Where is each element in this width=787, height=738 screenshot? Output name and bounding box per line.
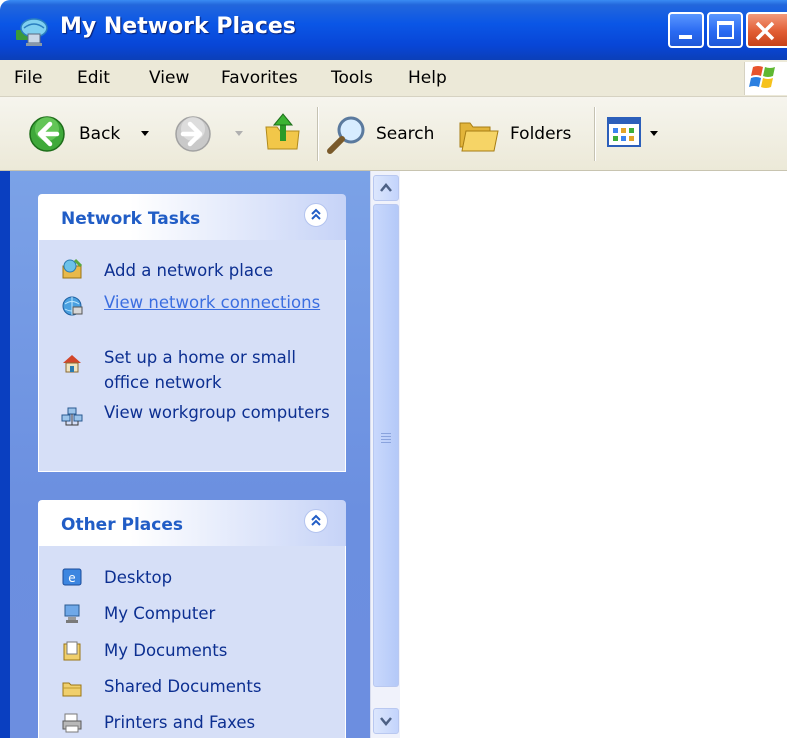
window-title: My Network Places [60,14,296,39]
forward-button[interactable] [174,111,250,155]
collapse-button[interactable] [304,203,328,227]
other-places-panel: Other Places e Desktop My Computer My Do… [38,500,346,738]
other-places-header[interactable]: Other Places [38,500,346,546]
desktop-icon: e [62,568,82,586]
close-icon [755,21,775,41]
task-pane-scrollbar[interactable] [370,171,401,738]
place-label: Printers and Faxes [104,713,256,732]
task-label: Add a network place [104,261,274,280]
network-tasks-list: Add a network place View network connect… [38,240,346,472]
close-button[interactable] [746,12,787,48]
explorer-window: My Network Places File Edit View Favorit… [0,0,787,738]
chevron-down-icon[interactable] [649,130,659,138]
folders-label: Folders [510,124,572,144]
title-bar[interactable]: My Network Places [0,0,787,60]
menu-bar: File Edit View Favorites Tools Help [0,60,787,97]
chevron-up-double-icon [311,208,321,220]
up-folder-button[interactable] [263,111,305,155]
menu-tools[interactable]: Tools [331,68,373,88]
window-left-border [0,171,10,738]
scroll-down-button[interactable] [373,708,399,734]
folders-button[interactable]: Folders [458,111,588,155]
svg-text:e: e [68,571,75,585]
network-places-icon [16,18,48,46]
search-label: Search [376,124,435,144]
task-label: Set up a home or small office network [104,348,296,392]
other-places-list: e Desktop My Computer My Documents Share… [38,546,346,738]
menu-view[interactable]: View [149,68,189,88]
task-label: View workgroup computers [104,403,330,422]
menu-favorites[interactable]: Favorites [221,68,298,88]
home-network-icon [63,355,81,373]
views-icon [607,117,641,147]
place-label: Shared Documents [104,677,262,696]
network-tasks-title: Network Tasks [61,209,201,229]
my-documents-icon [63,641,81,661]
chevron-up-icon [380,183,392,192]
shared-documents-icon [62,682,82,697]
back-label: Back [79,124,121,144]
scroll-up-button[interactable] [373,175,399,201]
search-button[interactable]: Search [327,111,445,155]
forward-arrow-icon [175,116,211,152]
up-folder-icon [265,113,300,150]
maximize-button[interactable] [707,12,743,48]
folder-content-area[interactable] [400,171,787,738]
chevron-up-double-icon [311,514,321,526]
place-label: Desktop [104,568,173,587]
task-label: View network connections [104,293,321,312]
add-network-place-icon [62,258,83,279]
network-connections-icon [62,296,83,316]
views-button[interactable] [607,111,669,155]
collapse-button[interactable] [304,509,328,533]
back-button[interactable]: Back [28,111,158,155]
place-label: My Documents [104,641,228,660]
workgroup-computers-icon [61,407,83,426]
windows-logo [744,62,787,95]
network-tasks-panel: Network Tasks Add a network place View n… [38,194,346,472]
printers-faxes-icon [62,713,82,733]
chevron-down-icon[interactable] [140,130,150,138]
minimize-button[interactable] [668,12,704,48]
windows-flag-icon [749,66,775,88]
search-icon [327,116,365,154]
scroll-thumb[interactable] [373,204,399,687]
my-computer-icon [64,604,80,623]
back-arrow-icon [29,116,65,152]
folders-icon [459,122,499,152]
menu-help[interactable]: Help [408,68,447,88]
place-label: My Computer [104,604,216,623]
toolbar: Back Search Folders [0,97,787,171]
chevron-down-icon [380,717,392,726]
other-places-title: Other Places [61,515,183,535]
menu-file[interactable]: File [14,68,42,88]
network-tasks-header[interactable]: Network Tasks [38,194,346,240]
chevron-down-icon[interactable] [234,130,244,138]
menu-edit[interactable]: Edit [77,68,110,88]
